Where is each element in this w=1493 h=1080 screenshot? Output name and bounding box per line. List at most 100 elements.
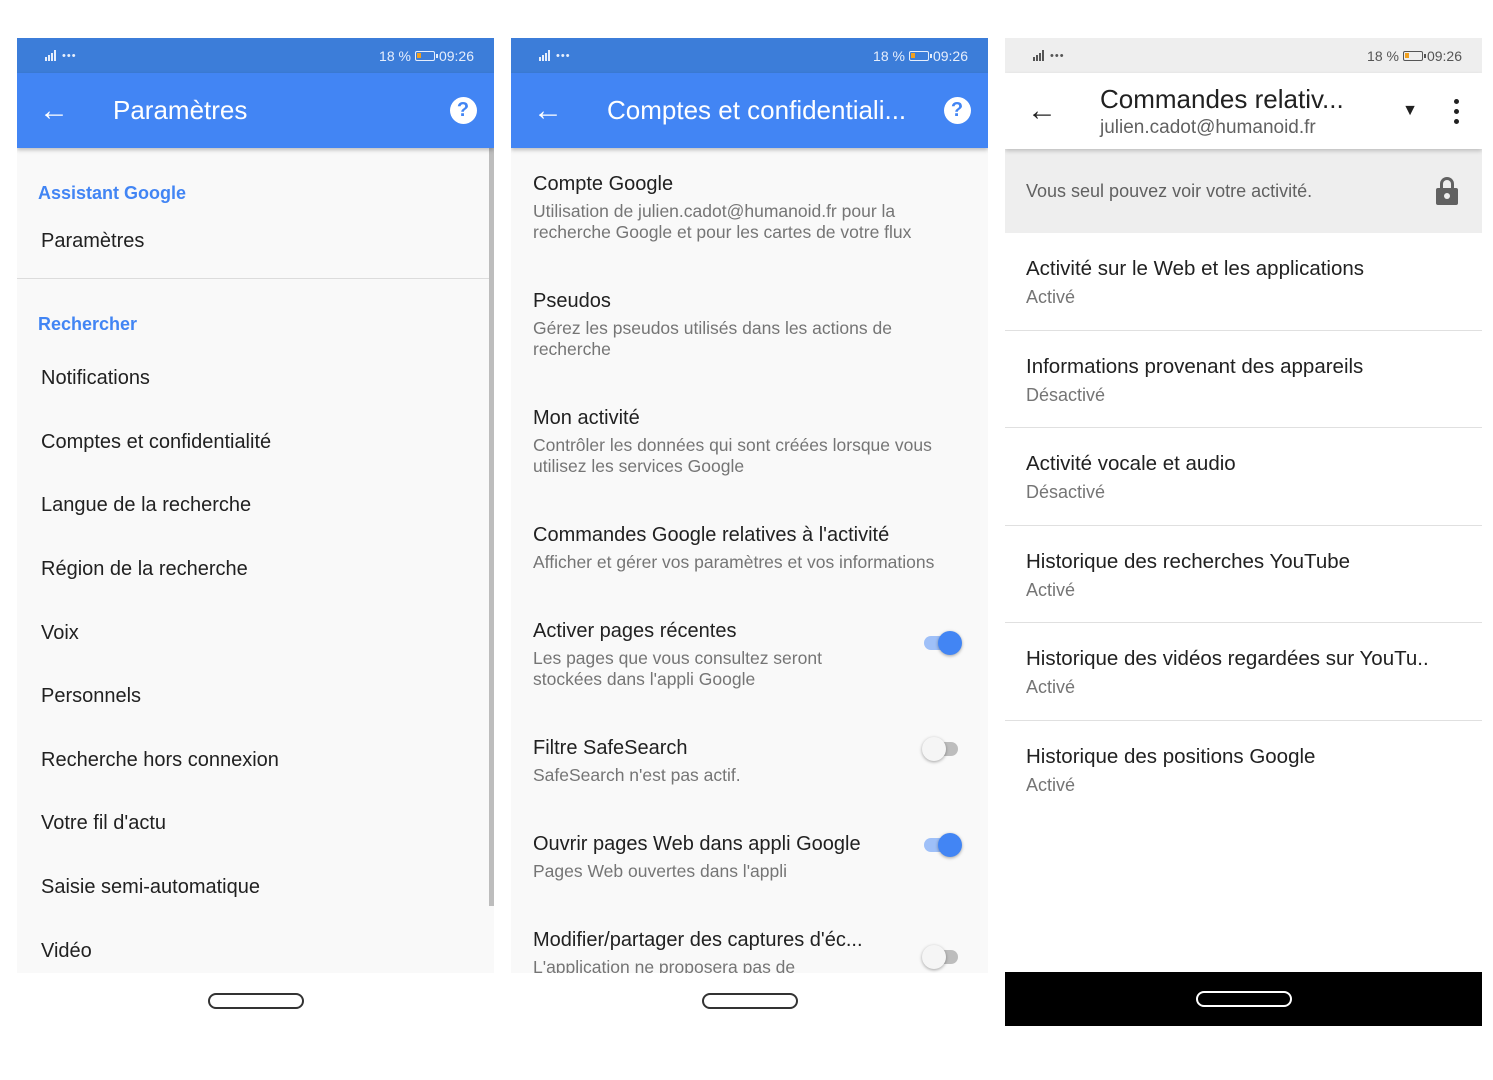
screenshots-toggle[interactable] [922,945,964,969]
notification-icons: ••• [556,49,571,62]
settings-item-notifications[interactable]: Notifications [17,347,494,411]
signal-icon [539,50,550,61]
phone-accounts-privacy: ••• 18 % 09:26 ← Comptes et confidential… [511,38,988,1028]
nav-bar [1005,972,1482,1026]
list-item-google-account[interactable]: Compte Google Utilisation de julien.cado… [511,173,988,290]
settings-item-video[interactable]: Vidéo [17,919,494,973]
settings-item-personal[interactable]: Personnels [17,665,494,729]
status-bar: ••• 18 % 09:26 [17,38,494,73]
settings-item-language[interactable]: Langue de la recherche [17,474,494,538]
app-bar: ← Paramètres ? [17,73,494,148]
item-subtitle: L'application ne proposera pas de [533,957,796,973]
item-title: Mon activité [533,407,640,429]
list-item-pseudos[interactable]: Pseudos Gérez les pseudos utilisés dans … [511,290,988,407]
item-title: Historique des positions Google [1026,744,1316,768]
back-arrow-icon[interactable]: ← [511,73,585,148]
phone-settings: ••• 18 % 09:26 ← Paramètres ? Assistant … [17,38,494,1028]
accounts-list: Compte Google Utilisation de julien.cado… [511,148,988,973]
recent-pages-toggle[interactable] [924,631,964,655]
list-item-open-web[interactable]: Ouvrir pages Web dans appli Google Pages… [511,833,988,929]
list-item-my-activity[interactable]: Mon activité Contrôler les données qui s… [511,407,988,524]
item-subtitle: Utilisation de julien.cadot@humanoid.fr … [533,201,912,242]
home-button[interactable] [1195,991,1292,1007]
status-bar: ••• 18 % 09:26 [1005,38,1482,73]
list-item-recent-pages[interactable]: Activer pages récentes Les pages que vou… [511,620,988,737]
help-button[interactable]: ? [926,97,988,124]
item-subtitle: Les pages que vous consultez seront stoc… [533,648,822,689]
item-title: Modifier/partager des captures d'éc... [533,929,863,951]
clock: 09:26 [932,47,968,64]
list-item-location-history[interactable]: Historique des positions Google Activé [1005,721,1482,819]
item-title: Ouvrir pages Web dans appli Google [533,833,861,855]
home-button[interactable] [701,993,798,1009]
list-item-voice-activity[interactable]: Activité vocale et audio Désactivé [1005,428,1482,526]
settings-item-region[interactable]: Région de la recherche [17,538,494,602]
list-item-activity-controls[interactable]: Commandes Google relatives à l'activité … [511,524,988,620]
list-item-safesearch[interactable]: Filtre SafeSearch SafeSearch n'est pas a… [511,737,988,833]
item-status: Désactivé [1026,384,1106,405]
item-title: Compte Google [533,173,674,195]
list-item-youtube-search[interactable]: Historique des recherches YouTube Activé [1005,526,1482,623]
section-header-assistant: Assistant Google [38,183,187,203]
settings-item-offline[interactable]: Recherche hors connexion [17,729,494,793]
battery-percent: 18 % [1367,47,1399,64]
notification-icons: ••• [62,49,77,62]
item-subtitle: Gérez les pseudos utilisés dans les acti… [533,318,892,359]
item-title: Informations provenant des appareils [1026,354,1364,378]
item-title: Historique des vidéos regardées sur YouT… [1026,647,1429,670]
item-title: Pseudos [533,290,611,312]
item-status: Activé [1026,677,1076,697]
dropdown-arrow-icon[interactable]: ▼ [1390,102,1430,120]
list-item-youtube-watch[interactable]: Historique des vidéos regardées sur YouT… [1005,623,1482,721]
list-item-device-info[interactable]: Informations provenant des appareils Dés… [1005,331,1482,428]
battery-icon [908,50,932,61]
app-bar: ← Commandes relativ... julien.cadot@huma… [1005,73,1482,149]
item-title: Filtre SafeSearch [533,737,688,759]
list-item-web-activity[interactable]: Activité sur le Web et les applications … [1005,233,1482,331]
clock: 09:26 [438,47,474,64]
status-bar: ••• 18 % 09:26 [511,38,988,73]
banner-text: Vous seul pouvez voir votre activité. [1026,180,1313,201]
notification-icons: ••• [1050,49,1065,62]
lock-icon [1436,177,1458,205]
settings-item[interactable]: Paramètres [17,204,494,278]
back-arrow-icon[interactable]: ← [17,73,91,148]
clock: 09:26 [1426,47,1462,64]
settings-item-voice[interactable]: Voix [17,601,494,665]
nav-bar [511,973,988,1028]
item-status: Activé [1026,579,1076,600]
item-title: Historique des recherches YouTube [1026,549,1351,573]
help-button[interactable]: ? [432,97,494,124]
section-header-search: Rechercher [38,314,138,334]
page-title: Commandes relativ... [1100,83,1344,114]
page-title: Paramètres [113,95,248,125]
page-title: Comptes et confidentiali... [607,95,907,125]
item-subtitle: Contrôler les données qui sont créées lo… [533,435,932,476]
back-arrow-icon[interactable]: ← [1005,73,1079,149]
list-item-screenshots[interactable]: Modifier/partager des captures d'éc... L… [511,929,988,973]
nav-bar [17,973,494,1028]
more-vert-icon[interactable] [1430,98,1482,124]
signal-icon [45,50,56,61]
account-switcher[interactable]: Commandes relativ... julien.cadot@humano… [1079,84,1390,139]
item-subtitle: SafeSearch n'est pas actif. [533,765,741,785]
safesearch-toggle[interactable] [922,737,964,761]
scrollbar[interactable] [489,148,494,906]
item-status: Activé [1026,774,1076,795]
item-subtitle: Pages Web ouvertes dans l'appli [533,861,788,881]
settings-item-accounts[interactable]: Comptes et confidentialité [17,411,494,475]
open-web-toggle[interactable] [924,833,964,857]
home-button[interactable] [207,993,304,1009]
help-icon: ? [449,97,477,124]
activity-list: Activité sur le Web et les applications … [1005,233,1482,972]
item-status: Activé [1026,287,1076,307]
settings-item-feed[interactable]: Votre fil d'actu [17,792,494,856]
battery-icon [414,50,438,61]
settings-item-autocomplete[interactable]: Saisie semi-automatique [17,856,494,920]
help-icon: ? [943,97,971,124]
signal-icon [1033,50,1044,61]
battery-percent: 18 % [379,47,411,64]
item-title: Activité vocale et audio [1026,452,1236,475]
item-title: Activer pages récentes [533,620,737,642]
privacy-banner: Vous seul pouvez voir votre activité. [1005,149,1482,233]
